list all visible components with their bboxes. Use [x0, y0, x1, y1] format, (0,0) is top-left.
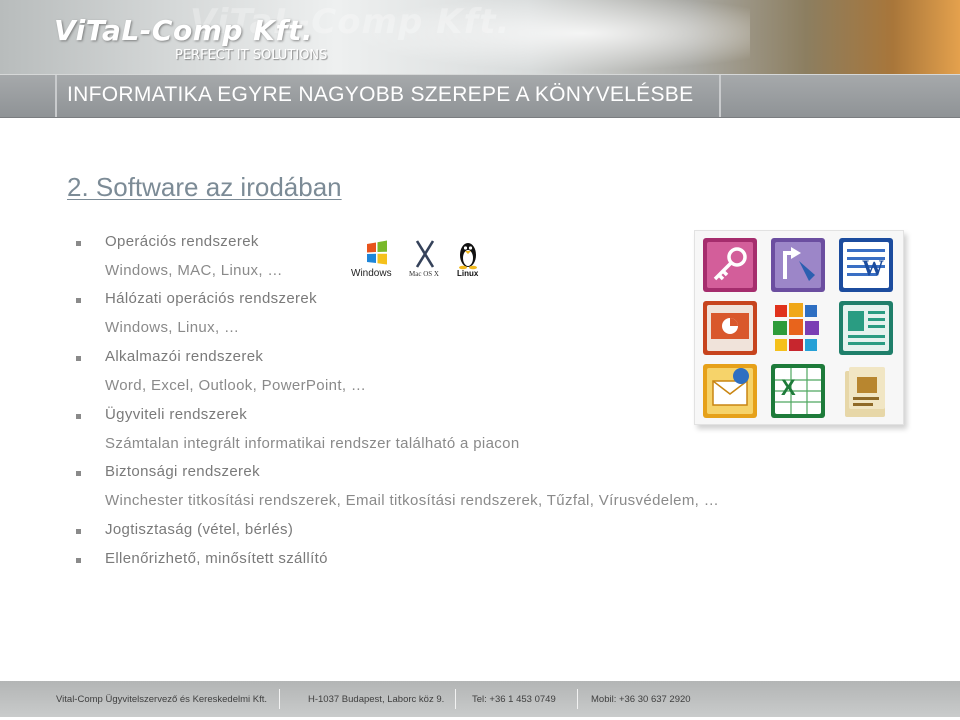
bullet-icon [76, 529, 81, 534]
os-logos-image: Windows Mac OS X Linux [347, 228, 490, 290]
access-icon [703, 238, 757, 292]
list-item-text: Hálózati operációs rendszerek [105, 290, 317, 307]
os-logo-label: Linux [457, 269, 479, 278]
footer-address: H-1037 Budapest, Laborc köz 9. [308, 694, 445, 705]
bullet-icon [76, 558, 81, 563]
title-bar-separator [55, 75, 57, 117]
list-item-text: Ellenőrizhető, minősített szállító [105, 550, 328, 567]
bullet-icon [76, 298, 81, 303]
list-item-text: Alkalmazói rendszerek [105, 348, 264, 365]
tux-penguin-icon [459, 243, 477, 270]
footer-divider [455, 689, 456, 709]
footer-phone: Tel: +36 1 453 0749 [472, 694, 556, 705]
bullet-icon [76, 414, 81, 419]
infopath-icon [771, 238, 825, 292]
company-logo: ViTaL-Comp Kft. [54, 14, 314, 47]
bullet-icon [76, 471, 81, 476]
list-item: Ellenőrizhető, minősített szállító [0, 550, 960, 574]
list-item: Biztonsági rendszerek [0, 463, 960, 487]
footer-bar: Vital-Comp Ügyvitelszervező és Kereskede… [0, 681, 960, 717]
bullet-icon [76, 241, 81, 246]
list-item-detail: Számtalan integrált informatikai rendsze… [0, 435, 960, 459]
footer-mobile: Mobil: +36 30 637 2920 [591, 694, 691, 705]
footer-divider [577, 689, 578, 709]
os-logo-label: Windows [351, 268, 392, 279]
list-item-detail-text: Számtalan integrált informatikai rendsze… [105, 435, 520, 452]
slide-title: INFORMATIKA EGYRE NAGYOBB SZEREPE A KÖNY… [67, 83, 694, 106]
list-item-detail-text: Windows, MAC, Linux, … [105, 262, 283, 279]
list-item-text: Ügyviteli rendszerek [105, 406, 248, 423]
windows-flag-icon [367, 240, 387, 265]
os-logos-graphic: Windows Mac OS X Linux [351, 240, 479, 279]
word-icon: W [839, 238, 893, 292]
mac-os-x-icon [415, 240, 435, 268]
footer-divider [279, 689, 280, 709]
list-item-text: Jogtisztaság (vétel, bérlés) [105, 521, 294, 538]
bullet-icon [76, 356, 81, 361]
title-bar-separator [719, 75, 721, 117]
footer-company: Vital-Comp Ügyvitelszervező és Kereskede… [56, 694, 268, 705]
powerpoint-icon [703, 301, 757, 355]
list-item-text: Biztonsági rendszerek [105, 463, 260, 480]
list-item-detail-text: Windows, Linux, … [105, 319, 240, 336]
office-icons-grid: W X [703, 238, 893, 418]
office-icon [773, 303, 819, 351]
list-item-detail: Winchester titkosítási rendszerek, Email… [0, 492, 960, 516]
title-bar: INFORMATIKA EGYRE NAGYOBB SZEREPE A KÖNY… [0, 74, 960, 118]
publisher-icon [839, 301, 893, 355]
office-icons-image: W X [694, 230, 904, 425]
list-item-text: Operációs rendszerek [105, 233, 259, 250]
list-item: Jogtisztaság (vétel, bérlés) [0, 521, 960, 545]
list-item-detail-text: Winchester titkosítási rendszerek, Email… [105, 492, 720, 509]
outlook-icon [703, 364, 757, 418]
excel-icon: X [771, 364, 825, 418]
os-logo-label: Mac OS X [409, 270, 439, 278]
svg-text:W: W [862, 255, 884, 280]
header-banner: ViTaL-Comp Kft. ViTaL-Comp Kft. PERFECT … [0, 0, 960, 74]
slide-heading[interactable]: 2. Software az irodában [67, 172, 342, 203]
company-tagline: PERFECT IT SOLUTIONS [175, 48, 328, 63]
svg-text:X: X [781, 375, 796, 400]
frontpage-icon [845, 367, 885, 417]
list-item-detail-text: Word, Excel, Outlook, PowerPoint, … [105, 377, 367, 394]
